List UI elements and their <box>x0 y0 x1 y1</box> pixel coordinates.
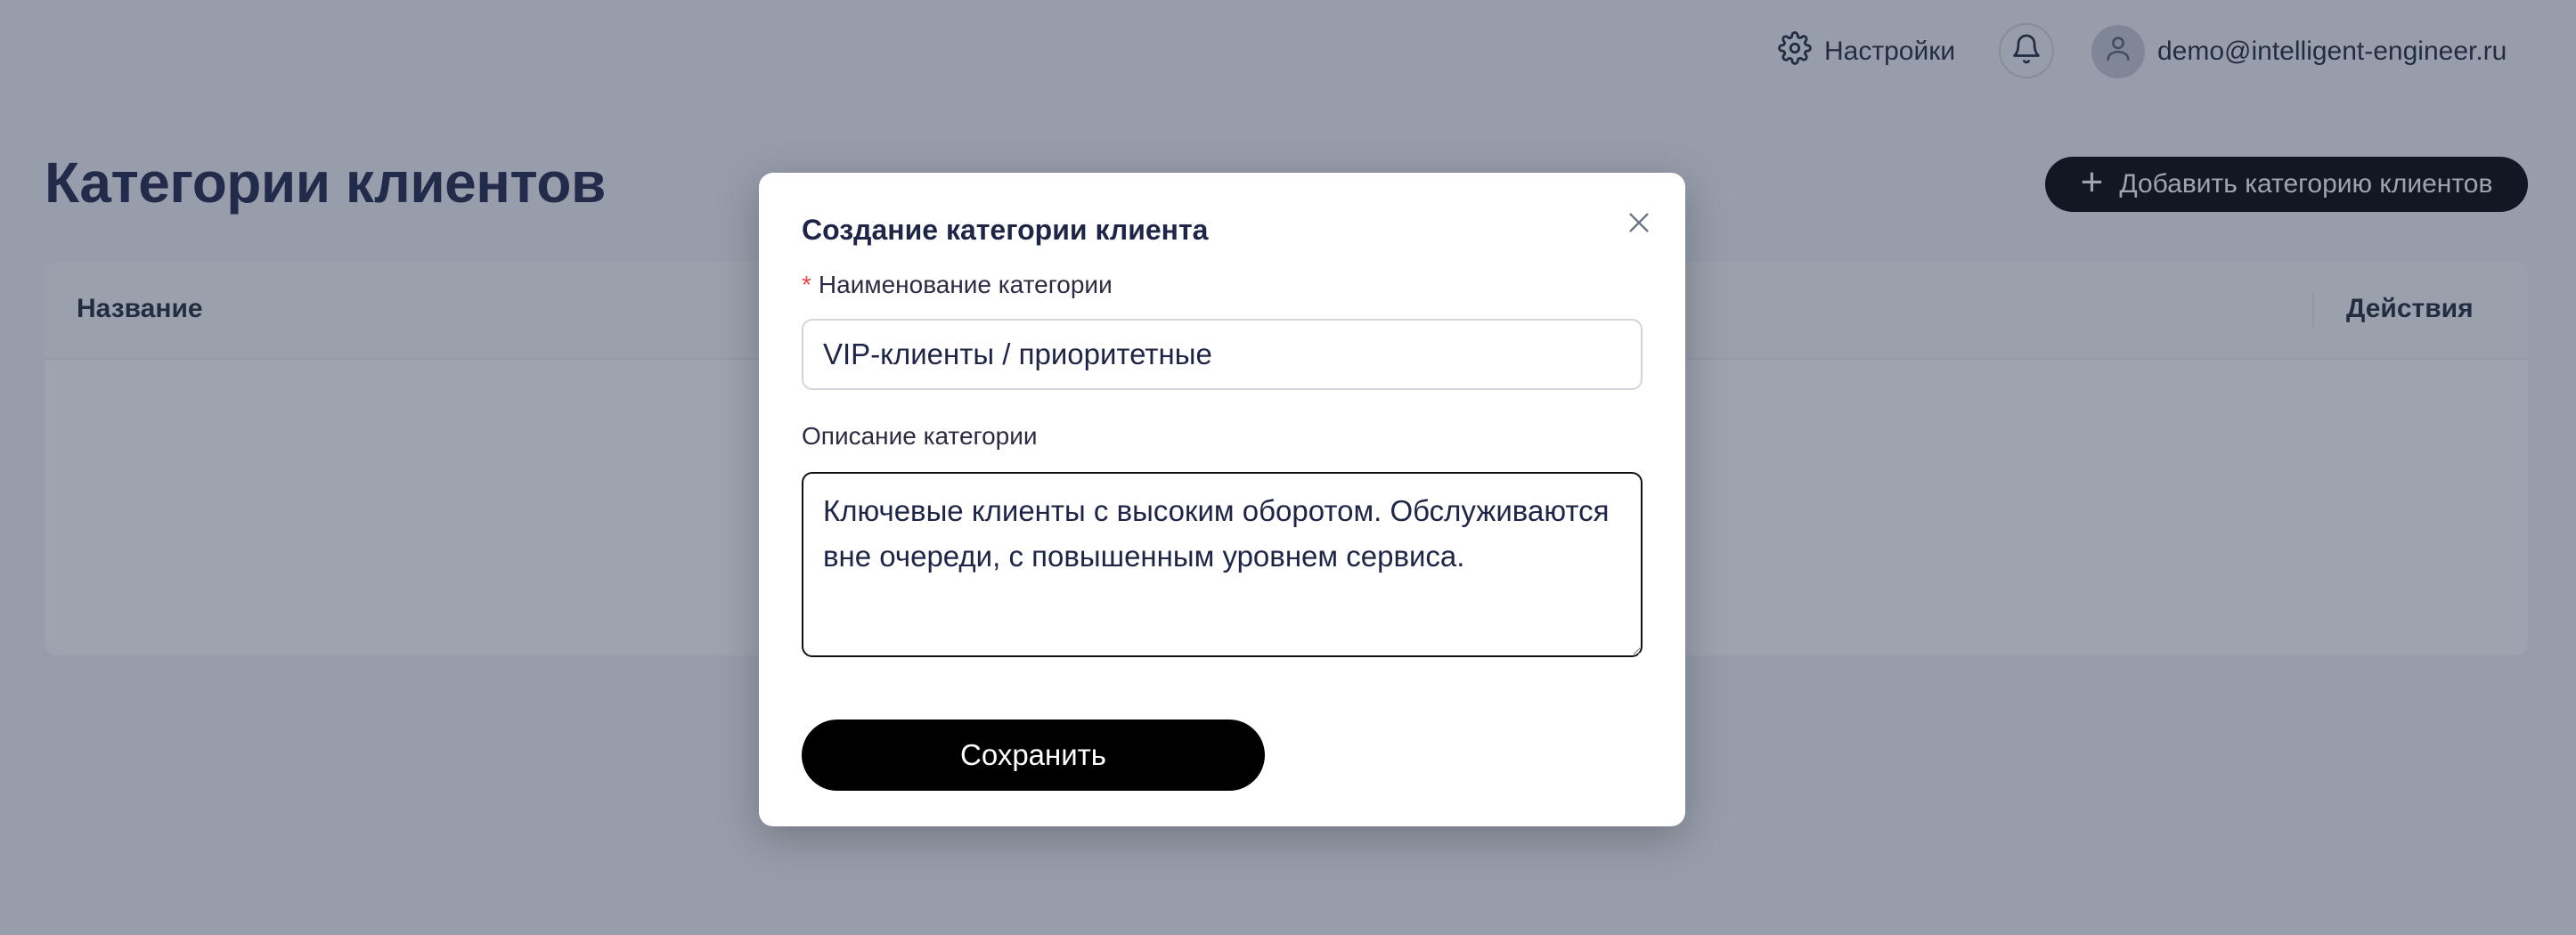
category-name-input[interactable] <box>802 319 1643 390</box>
required-mark: * <box>802 271 811 298</box>
close-button[interactable] <box>1619 205 1659 244</box>
create-category-modal: Создание категории клиента * Наименование… <box>759 173 1685 826</box>
page: Настройки demo@intelligent-engineer.ru К… <box>0 0 2576 935</box>
category-name-label-text: Наименование категории <box>818 271 1113 298</box>
save-button[interactable]: Сохранить <box>802 720 1265 791</box>
category-description-label: Описание категории <box>802 422 1038 450</box>
close-icon <box>1625 208 1653 241</box>
category-description-textarea[interactable]: Ключевые клиенты с высоким оборотом. Обс… <box>802 472 1643 657</box>
modal-title: Создание категории клиента <box>802 214 1209 246</box>
category-name-label: * Наименование категории <box>802 271 1113 299</box>
